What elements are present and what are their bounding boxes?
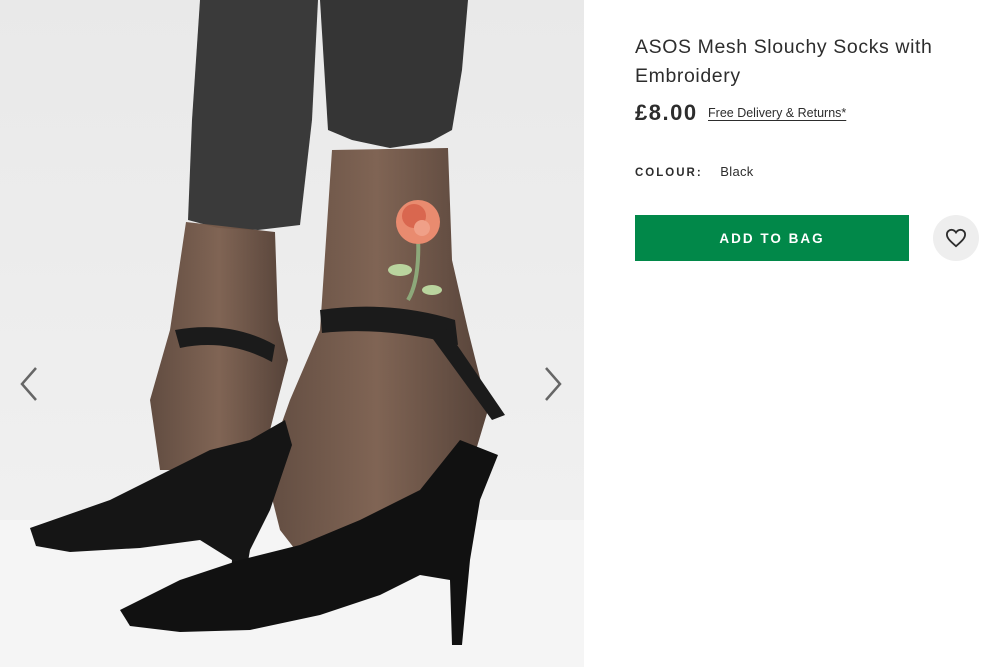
price-row: £8.00 Free Delivery & Returns* xyxy=(635,100,846,126)
product-image-gallery xyxy=(0,0,584,667)
next-image-button[interactable] xyxy=(535,364,571,404)
save-for-later-button[interactable] xyxy=(933,215,979,261)
add-to-bag-button[interactable]: ADD TO BAG xyxy=(635,215,909,261)
colour-value: Black xyxy=(720,164,754,179)
product-photo xyxy=(0,0,584,667)
colour-row: COLOUR: Black xyxy=(635,164,754,179)
product-title: ASOS Mesh Slouchy Socks with Embroidery xyxy=(635,36,933,87)
heart-icon xyxy=(945,228,967,248)
previous-image-button[interactable] xyxy=(11,364,47,404)
free-delivery-link[interactable]: Free Delivery & Returns* xyxy=(708,106,846,120)
chevron-right-icon xyxy=(545,367,562,401)
chevron-left-icon xyxy=(20,367,37,401)
product-price: £8.00 xyxy=(635,100,698,125)
colour-label: COLOUR: xyxy=(635,167,703,179)
